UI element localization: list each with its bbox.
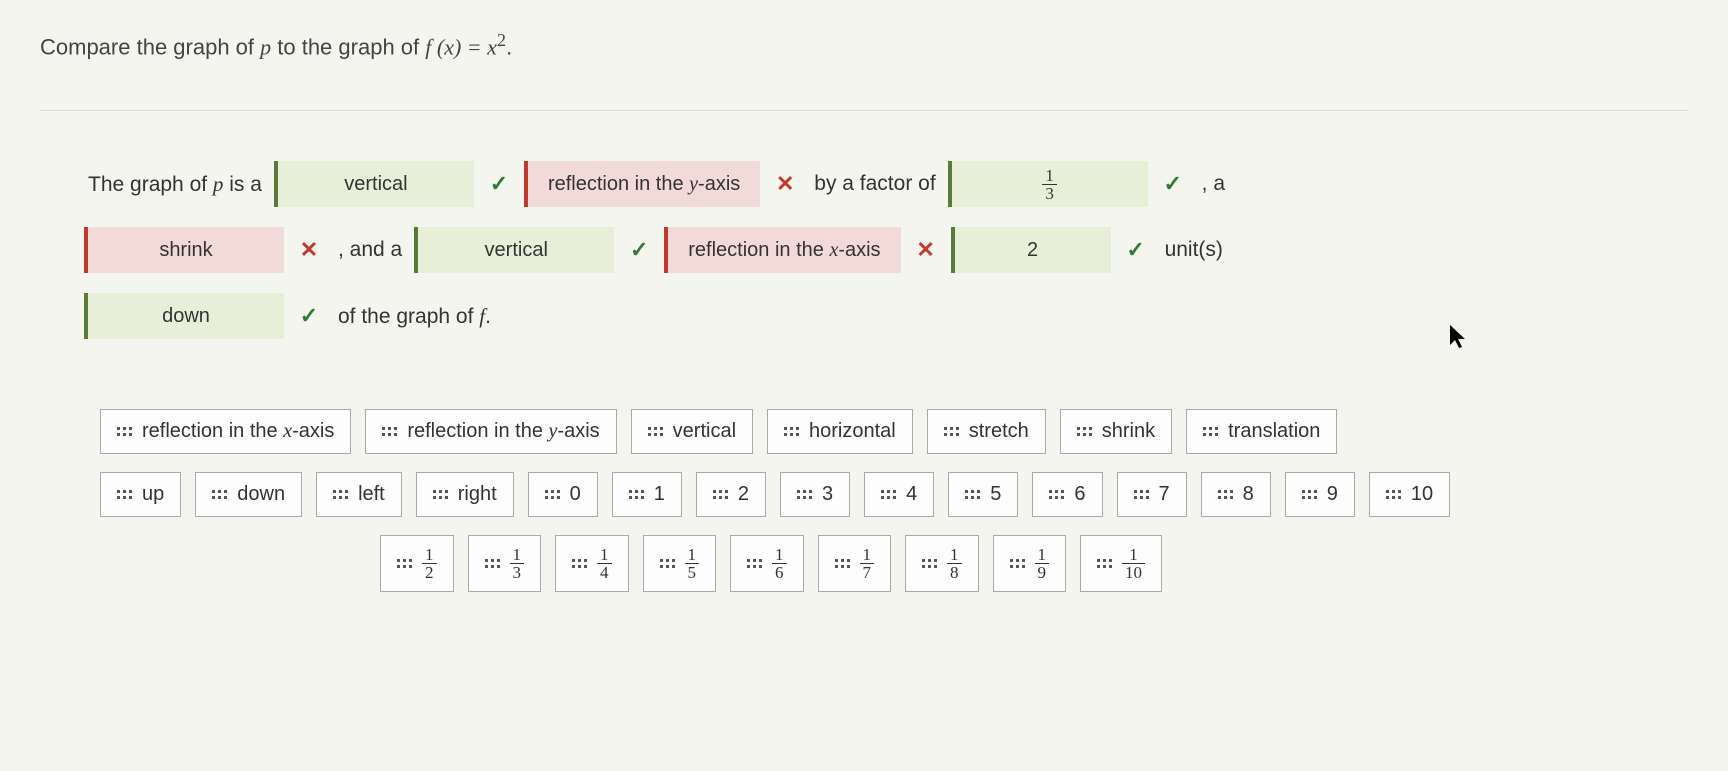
grip-icon: [797, 490, 812, 499]
answer-sentence: The graph of p is a vertical ✓ reflectio…: [80, 151, 1688, 349]
answer-tile[interactable]: 6: [1032, 472, 1102, 517]
grip-icon: [660, 559, 675, 568]
grip-icon: [1218, 490, 1233, 499]
x-icon: ✕: [294, 235, 324, 265]
grip-icon: [713, 490, 728, 499]
grip-icon: [1049, 490, 1064, 499]
drop-slot-8[interactable]: down: [84, 293, 284, 339]
sentence-text: , a: [1194, 154, 1233, 214]
answer-tile[interactable]: 4: [864, 472, 934, 517]
drop-slot-3[interactable]: 13: [948, 161, 1148, 207]
answer-tile[interactable]: vertical: [631, 409, 753, 454]
grip-icon: [117, 490, 132, 499]
answer-tile[interactable]: 9: [1285, 472, 1355, 517]
drop-slot-4[interactable]: shrink: [84, 227, 284, 273]
grip-icon: [1097, 559, 1112, 568]
answer-tile[interactable]: 13: [468, 535, 542, 592]
grip-icon: [1134, 490, 1149, 499]
answer-tile[interactable]: 2: [696, 472, 766, 517]
check-icon: ✓: [1121, 235, 1151, 265]
answer-tile[interactable]: 16: [730, 535, 804, 592]
grip-icon: [1386, 490, 1401, 499]
check-icon: ✓: [294, 301, 324, 331]
grip-icon: [965, 490, 980, 499]
grip-icon: [944, 427, 959, 436]
grip-icon: [1010, 559, 1025, 568]
answer-tile[interactable]: 8: [1201, 472, 1271, 517]
sentence-text: , and a: [330, 220, 410, 280]
answer-tile[interactable]: 14: [555, 535, 629, 592]
tile-bank: reflection in the x-axis reflection in th…: [100, 409, 1688, 592]
answer-tile[interactable]: horizontal: [767, 409, 913, 454]
grip-icon: [572, 559, 587, 568]
grip-icon: [1302, 490, 1317, 499]
grip-icon: [485, 559, 500, 568]
grip-icon: [397, 559, 412, 568]
drop-slot-7[interactable]: 2: [951, 227, 1111, 273]
check-icon: ✓: [484, 169, 514, 199]
x-icon: ✕: [911, 235, 941, 265]
answer-tile[interactable]: 19: [993, 535, 1067, 592]
question-prompt: Compare the graph of p to the graph of f…: [40, 30, 1688, 60]
answer-tile[interactable]: translation: [1186, 409, 1337, 454]
answer-tile[interactable]: reflection in the x-axis: [100, 409, 351, 454]
grip-icon: [629, 490, 644, 499]
answer-tile[interactable]: 10: [1369, 472, 1450, 517]
x-icon: ✕: [770, 169, 800, 199]
grip-icon: [784, 427, 799, 436]
answer-tile[interactable]: 7: [1117, 472, 1187, 517]
grip-icon: [881, 490, 896, 499]
grip-icon: [212, 490, 227, 499]
check-icon: ✓: [624, 235, 654, 265]
sentence-text: by a factor of: [806, 154, 943, 214]
answer-tile[interactable]: 12: [380, 535, 454, 592]
grip-icon: [648, 427, 663, 436]
answer-tile[interactable]: right: [416, 472, 514, 517]
grip-icon: [333, 490, 348, 499]
answer-tile[interactable]: 15: [643, 535, 717, 592]
drop-slot-6[interactable]: reflection in the x-axis: [664, 227, 900, 273]
answer-tile[interactable]: 110: [1080, 535, 1162, 592]
grip-icon: [117, 427, 132, 436]
grip-icon: [835, 559, 850, 568]
grip-icon: [922, 559, 937, 568]
sentence-text: unit(s): [1157, 220, 1231, 280]
sentence-text: of the graph of f.: [330, 286, 499, 347]
answer-tile[interactable]: reflection in the y-axis: [365, 409, 616, 454]
grip-icon: [545, 490, 560, 499]
answer-tile[interactable]: 1: [612, 472, 682, 517]
answer-tile[interactable]: 17: [818, 535, 892, 592]
check-icon: ✓: [1158, 169, 1188, 199]
answer-tile[interactable]: stretch: [927, 409, 1046, 454]
answer-tile[interactable]: left: [316, 472, 402, 517]
answer-tile[interactable]: shrink: [1060, 409, 1172, 454]
grip-icon: [1203, 427, 1218, 436]
answer-tile[interactable]: 5: [948, 472, 1018, 517]
tile-row: 1213141516171819110: [380, 535, 1688, 592]
grip-icon: [747, 559, 762, 568]
grip-icon: [382, 427, 397, 436]
answer-tile[interactable]: down: [195, 472, 302, 517]
answer-tile[interactable]: 18: [905, 535, 979, 592]
tile-row: reflection in the x-axis reflection in th…: [100, 409, 1688, 454]
drop-slot-1[interactable]: vertical: [274, 161, 474, 207]
drop-slot-2[interactable]: reflection in the y-axis: [524, 161, 760, 207]
sentence-text: The graph of p is a: [80, 154, 270, 215]
answer-tile[interactable]: up: [100, 472, 181, 517]
answer-tile[interactable]: 3: [780, 472, 850, 517]
divider: [40, 110, 1688, 111]
grip-icon: [433, 490, 448, 499]
tile-row: updown left right 0123456789 10: [100, 472, 1688, 517]
answer-tile[interactable]: 0: [528, 472, 598, 517]
drop-slot-5[interactable]: vertical: [414, 227, 614, 273]
grip-icon: [1077, 427, 1092, 436]
